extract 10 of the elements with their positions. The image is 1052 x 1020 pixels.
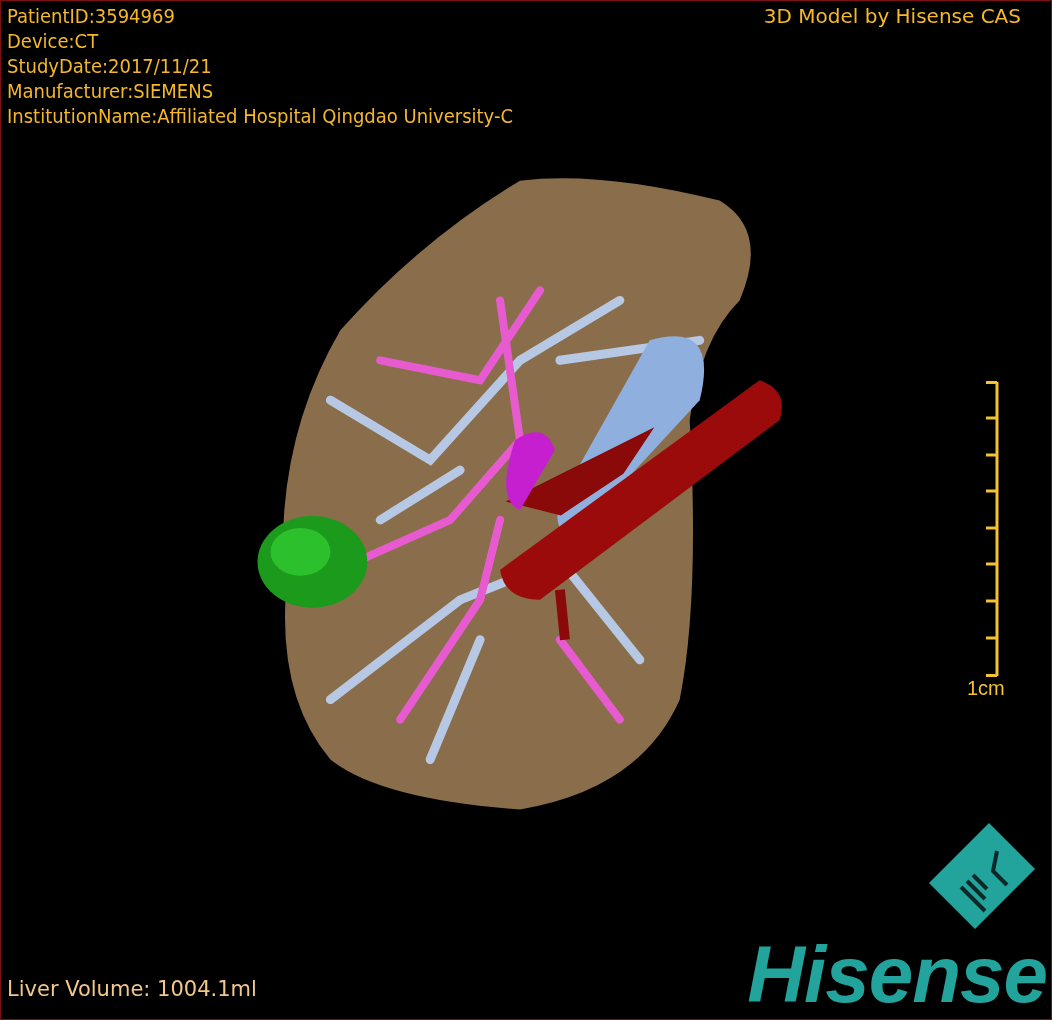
info-text: Device:CT xyxy=(7,29,99,54)
liver-volume-text: Liver Volume: 1004.1ml xyxy=(7,975,257,1003)
scale-label: 1cm xyxy=(967,677,1005,699)
info-text: PatientID:3594969 xyxy=(7,4,175,29)
info-text: InstitutionName:Affiliated Hospital Qingdao University-C xyxy=(7,104,513,129)
info-text: Manufacturer:SIEMENS xyxy=(7,79,214,104)
logo-icon xyxy=(927,821,1037,931)
info-text: StudyDate:2017/11/21 xyxy=(7,54,212,79)
model-credit-text: 3D Model by Hisense CAS xyxy=(763,4,1021,29)
logo-text: Hisense xyxy=(747,935,1048,1015)
